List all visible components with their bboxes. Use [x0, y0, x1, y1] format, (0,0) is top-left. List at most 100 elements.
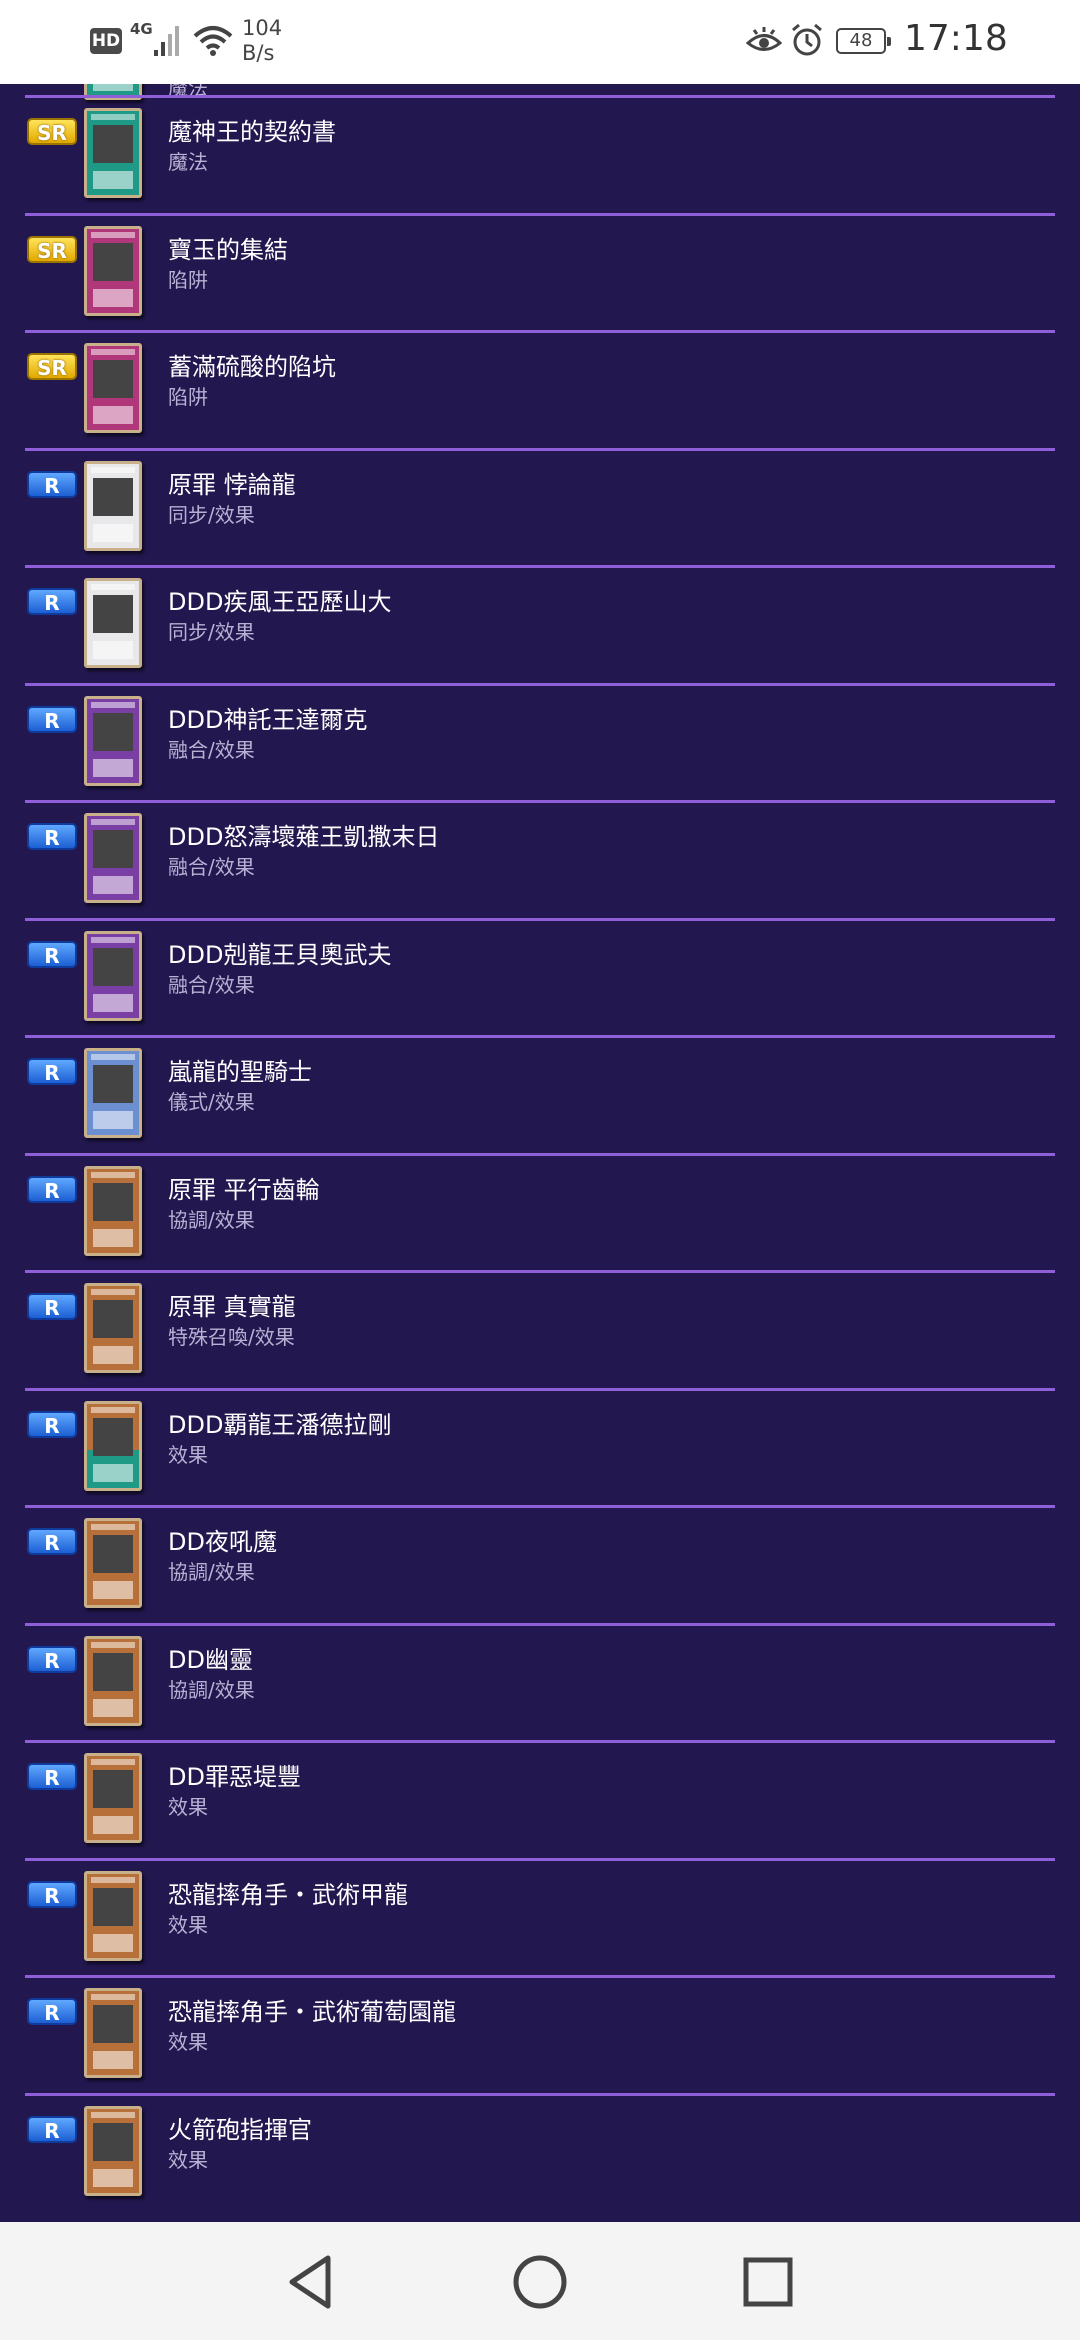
card-type: 效果 [168, 1795, 208, 1819]
rarity-badge: SR [27, 235, 77, 263]
card-type: 魔法 [168, 150, 208, 174]
card-thumbnail [84, 1635, 142, 1726]
navigation-bar [0, 2222, 1080, 2340]
card-thumbnail [84, 1048, 142, 1138]
card-type: 陷阱 [168, 385, 208, 409]
list-item[interactable]: R DDD怒濤壞薙王凱撒末日融合/效果 [0, 803, 1080, 920]
battery-icon: 48 [836, 28, 891, 54]
list-item[interactable]: R DD幽靈協調/效果 [0, 1626, 1080, 1743]
rarity-badge: R [27, 1293, 77, 1320]
card-thumbnail [84, 225, 142, 316]
card-type: 融合/效果 [168, 737, 255, 762]
card-thumbnail [84, 1165, 142, 1256]
card-type: 特殊召喚/效果 [168, 1325, 295, 1349]
rarity-badge: R [27, 940, 77, 968]
list-item[interactable]: R 火箭砲指揮官效果 [0, 2096, 1080, 2213]
card-type: 效果 [168, 1912, 208, 1937]
card-thumbnail [84, 930, 142, 1021]
card-name: DDD剋龍王貝奧武夫 [168, 940, 392, 969]
rarity-badge: R [27, 1175, 77, 1203]
rarity-badge: R [27, 2115, 77, 2143]
card-thumbnail [84, 343, 142, 433]
card-thumbnail [84, 460, 142, 551]
list-item[interactable]: R 嵐龍的聖騎士儀式/效果 [0, 1038, 1080, 1155]
back-triangle-icon[interactable] [270, 2244, 350, 2320]
list-item[interactable]: R DDD疾風王亞歷山大同步/效果 [0, 568, 1080, 685]
card-thumbnail [84, 2105, 142, 2196]
card-name: DDD怒濤壞薙王凱撒末日 [168, 823, 440, 851]
card-type: 效果 [168, 1442, 208, 1467]
network-speed: 104 B/s [242, 16, 283, 65]
alarm-icon [792, 23, 822, 56]
card-name: 恐龍摔角手・武術葡萄園龍 [168, 1998, 456, 2026]
card-thumbnail [84, 1400, 142, 1491]
card-thumbnail [84, 1753, 142, 1843]
card-name: DD夜吼魔 [168, 1528, 277, 1556]
list-item[interactable]: SR 寶玉的集結陷阱 [0, 216, 1080, 333]
card-name: 火箭砲指揮官 [168, 2115, 312, 2144]
rarity-badge: R [27, 1058, 77, 1085]
card-name: 原罪 真實龍 [168, 1293, 296, 1321]
card-name: DDD疾風王亞歷山大 [168, 588, 392, 616]
card-type: 效果 [168, 2147, 208, 2172]
card-type: 同步/效果 [168, 620, 255, 644]
rarity-badge: R [27, 1410, 77, 1438]
recents-square-icon[interactable] [728, 2244, 808, 2320]
wifi-icon [193, 26, 233, 56]
card-thumbnail [84, 695, 142, 786]
status-bar: HD 4G 104 B/s 48 17:18 [0, 0, 1080, 84]
card-name: 原罪 平行齒輪 [168, 1175, 320, 1204]
list-item[interactable]: R DDD神託王達爾克融合/效果 [0, 686, 1080, 803]
card-name: 蓄滿硫酸的陷坑 [168, 353, 336, 381]
card-name: 嵐龍的聖騎士 [168, 1058, 312, 1086]
card-name: DDD覇龍王潘德拉剛 [168, 1410, 392, 1439]
card-type: 協調/效果 [168, 1207, 255, 1232]
card-name: DD罪惡堤豐 [168, 1763, 301, 1791]
card-type: 協調/效果 [168, 1560, 255, 1584]
card-type: 協調/效果 [168, 1677, 255, 1702]
rarity-badge: SR [27, 353, 77, 380]
card-thumbnail [84, 578, 142, 668]
rarity-badge: R [27, 1763, 77, 1790]
card-name: 寶玉的集結 [168, 235, 288, 264]
home-circle-icon[interactable] [500, 2244, 580, 2320]
rarity-badge: R [27, 1880, 77, 1908]
card-name: DDD神託王達爾克 [168, 705, 368, 734]
card-thumbnail [84, 1283, 142, 1373]
hd-voice-icon: HD [90, 28, 122, 54]
rarity-badge: R [27, 1645, 77, 1673]
list-item[interactable]: R 原罪 真實龍特殊召喚/效果 [0, 1273, 1080, 1390]
rarity-badge: R [27, 705, 77, 733]
list-item[interactable]: R 恐龍摔角手・武術葡萄園龍 效果 [0, 1978, 1080, 2095]
rarity-badge: R [27, 823, 77, 850]
list-item[interactable]: R 原罪 平行齒輪協調/效果 [0, 1156, 1080, 1273]
card-type: 陷阱 [168, 267, 208, 292]
card-thumbnail [84, 1518, 142, 1608]
card-thumbnail [84, 813, 142, 903]
list-item[interactable]: R 原罪 悖論龍 同步/效果 [0, 451, 1080, 568]
list-item[interactable]: R DD罪惡堤豐效果 [0, 1743, 1080, 1860]
rarity-badge: R [27, 588, 77, 615]
rarity-badge: SR [27, 118, 77, 145]
card-thumbnail [84, 1988, 142, 2078]
rarity-badge: R [27, 1998, 77, 2025]
list-item[interactable]: SR 魔神王的契約書 魔法 [0, 98, 1080, 215]
rarity-badge: R [27, 1528, 77, 1555]
rarity-badge: R [27, 470, 77, 498]
card-type: 融合/效果 [168, 855, 255, 879]
list-item[interactable]: R DDD覇龍王潘德拉剛效果 [0, 1391, 1080, 1508]
card-type: 儀式/效果 [168, 1090, 255, 1114]
card-thumbnail [84, 1870, 142, 1961]
card-type: 同步/效果 [168, 502, 255, 527]
list-item[interactable]: R DDD剋龍王貝奧武夫 融合/效果 [0, 921, 1080, 1038]
signal-bars-icon [154, 26, 179, 56]
card-name: 恐龍摔角手・武術甲龍 [168, 1880, 408, 1909]
card-thumbnail [84, 108, 142, 198]
list-item[interactable]: R 恐龍摔角手・武術甲龍效果 [0, 1861, 1080, 1978]
eye-comfort-icon [746, 27, 782, 51]
list-item[interactable]: R DD夜吼魔協調/效果 [0, 1508, 1080, 1625]
card-name: DD幽靈 [168, 1645, 253, 1674]
clock: 17:18 [904, 18, 1008, 59]
card-list[interactable]: 魔法 SR 魔神王的契約書 魔法 SR 寶玉的集結 陷阱 SR 蓄滿硫酸的陷坑 陷阱 R 原罪 悖論… [0, 84, 1080, 2222]
list-item[interactable]: SR 蓄滿硫酸的陷坑陷阱 [0, 333, 1080, 450]
